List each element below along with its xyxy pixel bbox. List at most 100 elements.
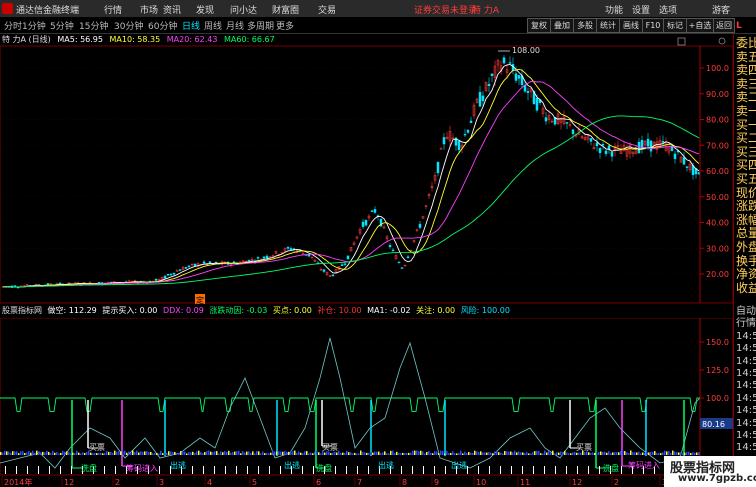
- volume-band-bar: [92, 453, 94, 455]
- volume-band-bar: [310, 452, 312, 455]
- volume-band-bar: [350, 452, 352, 455]
- menu-wenxiaoda[interactable]: 问小达: [230, 3, 257, 16]
- volume-band-bar: [286, 451, 288, 455]
- volume-band-bar: [336, 452, 338, 455]
- volume-band-bar: [638, 451, 640, 455]
- candle-body: [208, 261, 212, 264]
- level-badge[interactable]: L: [736, 21, 742, 31]
- candle-body: [604, 150, 608, 154]
- volume-band-bar: [340, 452, 342, 455]
- tab-15min[interactable]: 15分钟: [79, 19, 108, 32]
- volume-band-bar: [284, 450, 286, 455]
- indicator-chart[interactable]: 150.0 125.0 100.0 买票 筹码进入 洗盘 出逃 出逃 买票 洗盘 出…: [0, 318, 733, 476]
- volume-band-bar: [438, 453, 440, 455]
- wash-label-3: 洗盘: [603, 463, 619, 473]
- menu-hangqing[interactable]: 行情: [104, 3, 122, 16]
- price-chart[interactable]: 100.0 90.00 80.00 70.00 60.00 50.00 40.00 30.00…: [0, 34, 733, 304]
- volume-band-bar: [288, 451, 290, 455]
- volume-band-bar: [130, 452, 132, 455]
- tick-mark-bar: [60, 466, 61, 474]
- date-tick-label: 8: [402, 478, 407, 487]
- guest-login[interactable]: 游客: [712, 3, 730, 16]
- volume-band-bar: [4, 450, 6, 455]
- tab-fenshi[interactable]: 分时: [4, 19, 22, 32]
- volume-band-bar: [160, 450, 162, 455]
- tick-mark-bar: [346, 466, 347, 474]
- volume-band-bar: [302, 453, 304, 455]
- tab-60min[interactable]: 60分钟: [148, 19, 177, 32]
- tick-time: 14:50: [736, 405, 756, 417]
- indicator-name[interactable]: 股票指标网: [2, 306, 42, 315]
- menu-gongneng[interactable]: 功能: [605, 3, 623, 16]
- ma60-line: [2, 115, 700, 288]
- tab-more[interactable]: 更多: [276, 19, 294, 32]
- fuquan-button[interactable]: 复权: [527, 18, 551, 33]
- tick-mark-bar: [5, 466, 6, 474]
- biaoji-button[interactable]: 标记: [663, 18, 687, 33]
- menu-shichang[interactable]: 市场: [140, 3, 158, 16]
- tab-monthly[interactable]: 月线: [226, 19, 244, 32]
- date-tick-label: 4: [207, 478, 212, 487]
- menu-shezhi[interactable]: 设置: [632, 3, 650, 16]
- settings-icon[interactable]: [718, 37, 726, 45]
- candle-body: [478, 92, 482, 107]
- volume-band-bar: [342, 452, 344, 455]
- volume-band-bar: [538, 451, 540, 455]
- candle-body: [535, 97, 539, 111]
- candle-body: [187, 265, 191, 268]
- candle-body: [457, 141, 461, 151]
- menu-faxian[interactable]: 发现: [196, 3, 214, 16]
- volume-band-bar: [636, 452, 638, 455]
- tab-1min[interactable]: 1分钟: [22, 19, 46, 32]
- auto-quote-label[interactable]: 行情: [736, 318, 756, 330]
- tab-5min[interactable]: 5分钟: [50, 19, 74, 32]
- volume-band-bar: [420, 450, 422, 455]
- volume-band-bar: [620, 451, 622, 455]
- auto-quote-label[interactable]: 自动: [736, 306, 756, 318]
- volume-band-bar: [520, 452, 522, 455]
- menu-caifuquan[interactable]: 财富圈: [272, 3, 299, 16]
- duogu-button[interactable]: 多股: [573, 18, 597, 33]
- add-favorite-button[interactable]: +自选: [686, 18, 714, 33]
- tick-mark-bar: [555, 466, 556, 474]
- volume-band-bar: [12, 451, 14, 455]
- menu-xuanxiang[interactable]: 选项: [659, 3, 677, 16]
- volume-band-bar: [194, 452, 196, 455]
- volume-band-bar: [580, 452, 582, 455]
- quote-field-label: 现价: [736, 185, 756, 200]
- volume-band-bar: [430, 452, 432, 455]
- volume-band-bar: [296, 452, 298, 455]
- tick-mark-bar: [599, 466, 600, 474]
- menu-zixun[interactable]: 资讯: [163, 3, 181, 16]
- menu-jiaoyi[interactable]: 交易: [318, 3, 336, 16]
- candle-body: [466, 129, 470, 133]
- volume-band-bar: [440, 450, 442, 455]
- volume-band-bar: [278, 451, 280, 455]
- volume-band-bar: [652, 451, 654, 455]
- login-alert[interactable]: 证券交易未登录: [414, 3, 477, 16]
- tab-daily[interactable]: 日线: [182, 19, 200, 32]
- tongji-button[interactable]: 统计: [596, 18, 620, 33]
- volume-band-bar: [614, 452, 616, 455]
- tab-weekly[interactable]: 周线: [204, 19, 222, 32]
- volume-band-bar: [382, 452, 384, 455]
- volume-band-bar: [434, 451, 436, 455]
- diejia-button[interactable]: 叠加: [550, 18, 574, 33]
- tab-30min[interactable]: 30分钟: [114, 19, 143, 32]
- f10-button[interactable]: F10: [642, 18, 664, 33]
- window-restore-icon[interactable]: [677, 37, 686, 46]
- huaxian-button[interactable]: 画线: [619, 18, 643, 33]
- volume-band-bar: [380, 453, 382, 455]
- volume-band-bar: [124, 450, 126, 455]
- volume-band-bar: [678, 452, 680, 455]
- volume-band-bar: [510, 451, 512, 455]
- chip-label-2: 筹码进入: [628, 460, 660, 470]
- volume-band-bar: [270, 452, 272, 455]
- volume-band-bar: [120, 451, 122, 455]
- candle-body: [508, 62, 512, 64]
- volume-band-bar: [116, 451, 118, 455]
- tab-multi-period[interactable]: 多周期: [247, 19, 274, 32]
- volume-band-bar: [552, 450, 554, 455]
- volume-band-bar: [596, 453, 598, 455]
- back-button[interactable]: 返回: [713, 18, 735, 33]
